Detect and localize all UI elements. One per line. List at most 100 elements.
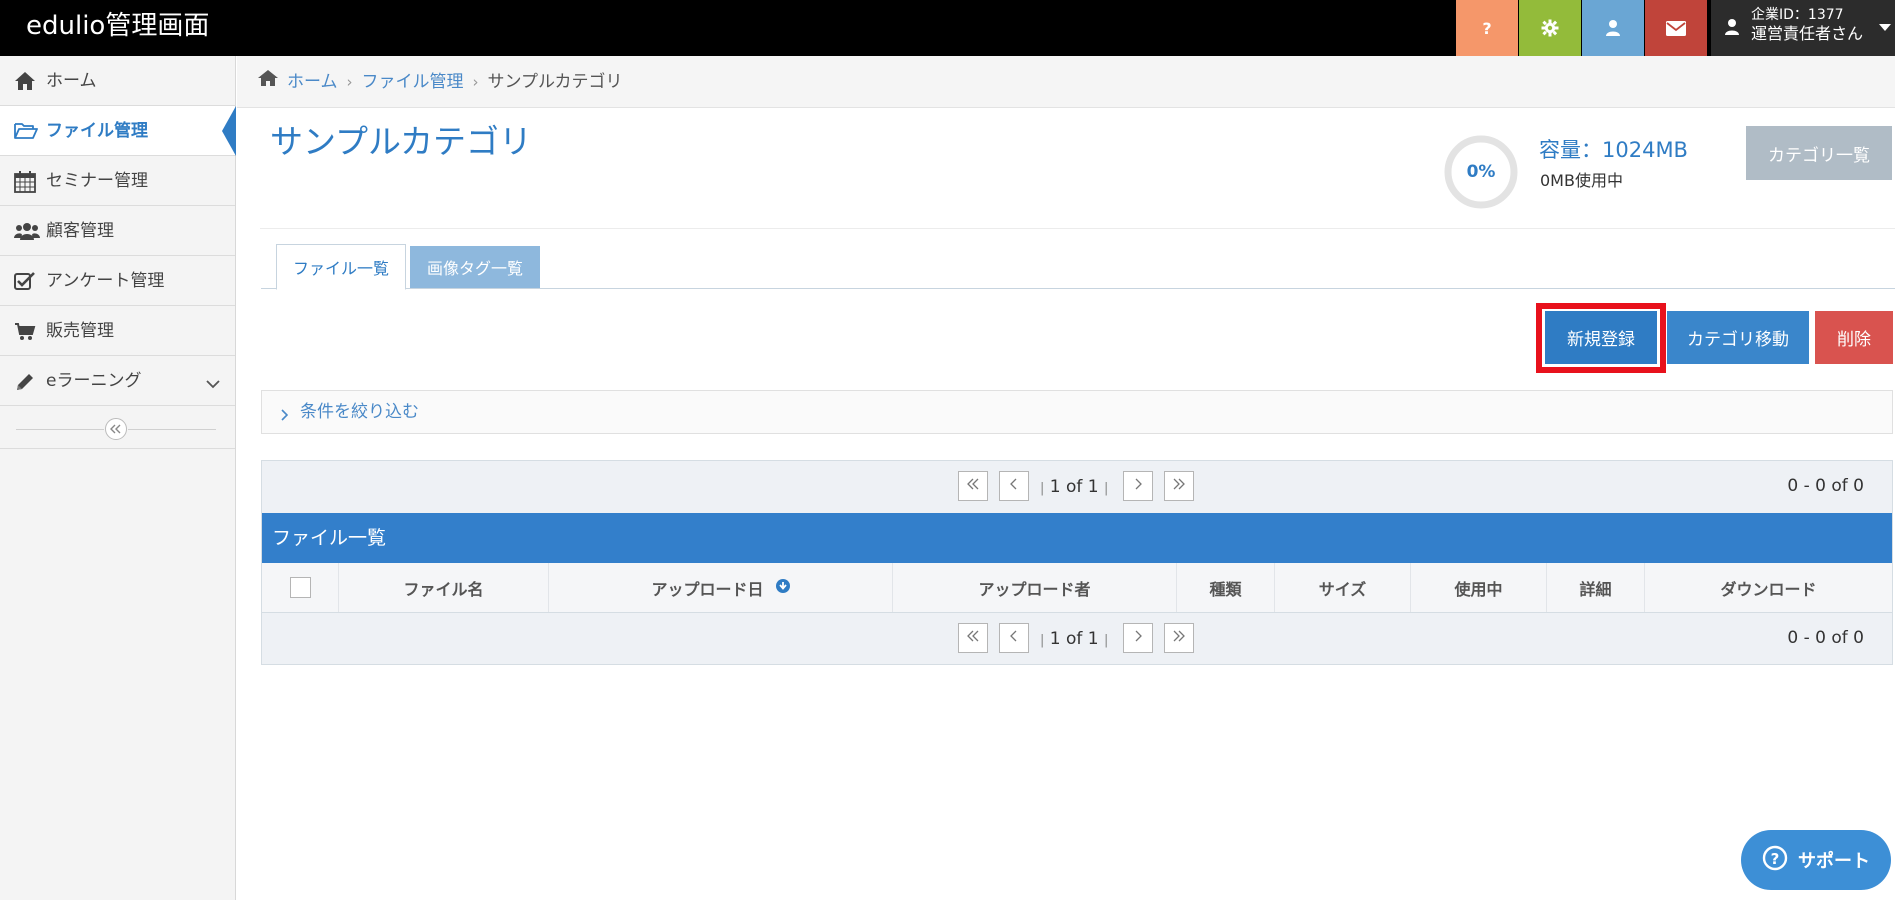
breadcrumb: ホーム › ファイル管理 › サンプルカテゴリ — [257, 69, 622, 94]
prev-page-button[interactable] — [999, 623, 1029, 653]
support-button[interactable]: ? サポート — [1741, 830, 1891, 890]
sidebar-item-label: ファイル管理 — [46, 121, 148, 141]
double-chevron-right-icon — [1172, 476, 1186, 496]
breadcrumb-current: サンプルカテゴリ — [487, 71, 623, 92]
page-title: サンプルカテゴリ — [270, 122, 533, 161]
top-icon-group: ? — [1456, 0, 1708, 56]
sidebar-item-label: アンケート管理 — [46, 271, 165, 291]
collapse-sidebar-button[interactable] — [105, 418, 127, 440]
double-chevron-left-icon — [966, 476, 980, 496]
select-all-checkbox[interactable] — [289, 577, 311, 598]
sidebar-item-home[interactable]: ホーム — [0, 56, 235, 106]
double-chevron-right-icon — [1172, 628, 1186, 648]
sidebar: ホーム ファイル管理 セミナー管理 顧客管理 アンケート管理 販売管理 eラーニ… — [0, 56, 236, 900]
svg-text:?: ? — [1771, 850, 1780, 868]
sidebar-item-sales[interactable]: 販売管理 — [0, 306, 235, 356]
delete-button[interactable]: 削除 — [1815, 311, 1893, 364]
mail-button[interactable] — [1645, 0, 1707, 56]
filter-toggle[interactable]: 条件を絞り込む — [261, 390, 1893, 434]
tab-image-tags[interactable]: 画像タグ一覧 — [410, 246, 540, 288]
sidebar-item-files[interactable]: ファイル管理 — [0, 106, 236, 156]
file-list-header: ファイル一覧 — [262, 513, 1892, 563]
page-indicator: | 1 of 1 | — [1040, 477, 1109, 497]
first-page-button[interactable] — [958, 471, 988, 501]
divider — [16, 429, 104, 430]
tab-file-list[interactable]: ファイル一覧 — [276, 244, 406, 290]
caret-down-icon — [1879, 24, 1891, 31]
user-icon — [1725, 18, 1739, 41]
company-id: 企業ID：1377 — [1751, 7, 1844, 23]
file-list-title: ファイル一覧 — [272, 527, 387, 549]
column-type[interactable]: 種類 — [1177, 563, 1275, 612]
new-register-button[interactable]: 新規登録 — [1545, 311, 1657, 364]
home-icon — [14, 71, 36, 91]
breadcrumb-files-link[interactable]: ファイル管理 — [362, 70, 464, 94]
user-icon — [1605, 19, 1621, 37]
column-details: 詳細 — [1547, 563, 1645, 612]
usage-percent: 0% — [1466, 162, 1496, 182]
question-circle-icon: ? — [1762, 845, 1788, 876]
account-menu[interactable]: 企業ID：1377 運営責任者さん — [1711, 0, 1895, 56]
chevron-right-icon — [1133, 476, 1143, 496]
double-chevron-left-icon — [966, 628, 980, 648]
chevron-right-icon — [280, 406, 289, 426]
svg-text:?: ? — [1482, 20, 1491, 36]
page-text: 1 of 1 — [1049, 629, 1099, 649]
column-filename[interactable]: ファイル名 — [339, 563, 549, 612]
prev-page-button[interactable] — [999, 471, 1029, 501]
move-category-button[interactable]: カテゴリ移動 — [1667, 311, 1809, 364]
table-header-row: ファイル名 アップロード日 アップロード者 種類 サイズ 使用中 詳細 ダウンロ… — [262, 563, 1892, 612]
cart-icon — [14, 321, 36, 341]
last-page-button[interactable] — [1164, 623, 1194, 653]
sidebar-item-customers[interactable]: 顧客管理 — [0, 206, 235, 256]
breadcrumb-home-link[interactable]: ホーム — [287, 70, 338, 94]
sidebar-item-label: eラーニング — [46, 371, 142, 391]
calendar-icon — [14, 171, 36, 193]
sidebar-item-label: 顧客管理 — [46, 221, 114, 241]
column-upload-date[interactable]: アップロード日 — [549, 563, 893, 612]
column-size[interactable]: サイズ — [1275, 563, 1411, 612]
account-name: 運営責任者さん — [1751, 24, 1864, 43]
double-chevron-left-icon — [110, 419, 122, 439]
users-icon — [14, 221, 40, 241]
checkbox-icon — [14, 271, 36, 291]
category-list-button[interactable]: カテゴリ一覧 — [1746, 126, 1892, 180]
help-button[interactable]: ? — [1456, 0, 1518, 56]
column-uploader[interactable]: アップロード者 — [893, 563, 1177, 612]
next-page-button[interactable] — [1123, 471, 1153, 501]
select-all-cell — [262, 563, 339, 612]
breadcrumb-bar: ホーム › ファイル管理 › サンプルカテゴリ — [237, 56, 1895, 108]
storage-capacity: 容量：1024MB — [1539, 138, 1688, 162]
pencil-icon — [14, 371, 36, 391]
sidebar-item-surveys[interactable]: アンケート管理 — [0, 256, 235, 306]
sidebar-item-label: 販売管理 — [46, 321, 114, 341]
folder-open-icon — [14, 121, 38, 141]
column-download: ダウンロード — [1720, 579, 1817, 599]
column-label: アップロード日 — [651, 579, 764, 599]
sidebar-collapse-row — [0, 409, 235, 449]
chevron-right-icon — [1133, 628, 1143, 648]
support-label: サポート — [1798, 851, 1870, 872]
top-bar: edulio管理画面 ? 企業ID：1377 運営責任者さん — [0, 0, 1895, 56]
storage-used: 0MB使用中 — [1540, 171, 1623, 190]
column-in-use[interactable]: 使用中 — [1411, 563, 1547, 612]
breadcrumb-separator: › — [472, 72, 479, 91]
divider — [260, 228, 1895, 229]
breadcrumb-separator: › — [346, 72, 353, 91]
chevron-down-icon — [206, 374, 220, 394]
next-page-button[interactable] — [1123, 623, 1153, 653]
sidebar-item-seminars[interactable]: セミナー管理 — [0, 156, 235, 206]
first-page-button[interactable] — [958, 623, 988, 653]
sidebar-item-label: ホーム — [46, 71, 97, 91]
sidebar-item-label: セミナー管理 — [46, 171, 148, 191]
settings-button[interactable] — [1519, 0, 1581, 56]
file-table: | 1 of 1 | 0 - 0 of 0 ファイル一覧 ファイル名 アップロー… — [261, 460, 1893, 665]
envelope-icon — [1666, 20, 1686, 36]
profile-button[interactable] — [1582, 0, 1644, 56]
app-title[interactable]: edulio管理画面 — [26, 9, 209, 43]
last-page-button[interactable] — [1164, 471, 1194, 501]
question-icon: ? — [1480, 20, 1494, 36]
pager-bottom: | 1 of 1 | 0 - 0 of 0 — [262, 612, 1892, 664]
page-indicator: | 1 of 1 | — [1040, 629, 1109, 649]
sidebar-item-elearning[interactable]: eラーニング — [0, 356, 235, 406]
